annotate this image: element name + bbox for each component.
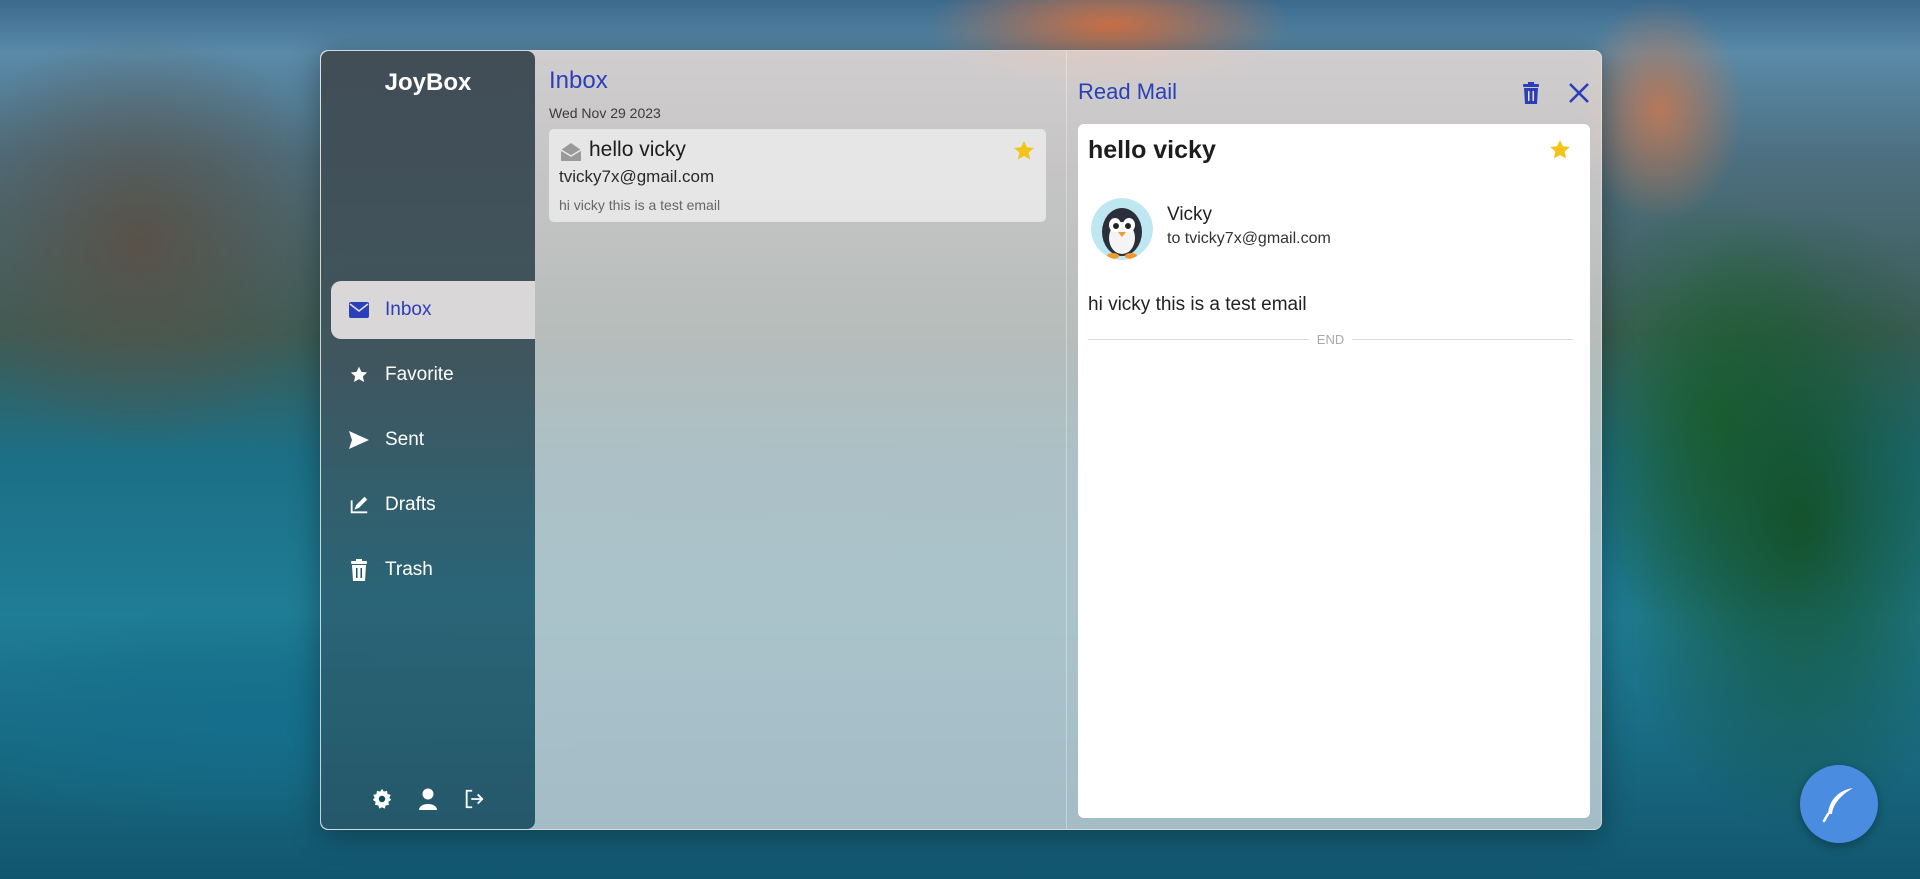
mail-window: JoyBox Inbox Favorite Sent Drafts Trash …: [320, 50, 1602, 830]
sidebar-item-sent[interactable]: Sent: [331, 411, 535, 469]
trash-icon: [347, 558, 371, 582]
email-preview: hi vicky this is a test email: [559, 197, 721, 213]
divider-line: [1088, 339, 1309, 340]
sidebar-item-drafts[interactable]: Drafts: [331, 476, 535, 534]
compose-button[interactable]: [1800, 765, 1878, 843]
envelope-icon: [347, 298, 371, 322]
delete-button[interactable]: [1517, 79, 1545, 107]
list-title: Inbox: [549, 67, 608, 94]
sidebar-item-inbox[interactable]: Inbox: [331, 281, 535, 339]
sidebar-item-label: Inbox: [385, 299, 432, 320]
sidebar-item-label: Sent: [385, 429, 425, 450]
send-icon: [347, 428, 371, 452]
pen-icon: [347, 493, 371, 517]
email-subject: hello vicky: [589, 138, 686, 161]
sidebar-nav: Inbox Favorite Sent Drafts Trash: [331, 281, 535, 606]
sidebar-item-label: Favorite: [385, 364, 454, 385]
email-list-pane: Inbox Wed Nov 29 2023 hello vicky tvicky…: [549, 51, 1049, 829]
sidebar-item-label: Trash: [385, 559, 433, 580]
email-subject-heading: hello vicky: [1088, 136, 1216, 164]
envelope-open-icon: [560, 143, 582, 165]
read-title: Read Mail: [1078, 79, 1178, 104]
sender-name: Vicky: [1167, 204, 1213, 225]
gear-icon[interactable]: [370, 787, 394, 811]
end-divider: END: [1088, 332, 1574, 347]
sidebar-item-favorite[interactable]: Favorite: [331, 346, 535, 404]
sidebar-item-trash[interactable]: Trash: [331, 541, 535, 599]
pane-divider: [1066, 51, 1067, 829]
list-date: Wed Nov 29 2023: [549, 105, 661, 121]
app-brand: JoyBox: [384, 69, 472, 96]
read-pane: Read Mail hello vicky Vicky to tvicky7x@…: [1078, 51, 1593, 829]
star-icon[interactable]: [1548, 138, 1572, 166]
logout-icon[interactable]: [462, 787, 486, 811]
sidebar-footer: [321, 787, 535, 811]
feather-icon: [1822, 788, 1853, 823]
trash-icon: [1523, 82, 1539, 104]
recipient: to tvicky7x@gmail.com: [1167, 230, 1331, 247]
user-icon[interactable]: [416, 787, 440, 811]
read-actions: [1517, 79, 1593, 107]
email-message: hi vicky this is a test email: [1088, 294, 1307, 315]
email-sender: tvicky7x@gmail.com: [559, 167, 715, 186]
email-body: hello vicky Vicky to tvicky7x@gmail.com …: [1078, 124, 1590, 818]
end-label: END: [1316, 332, 1345, 347]
sidebar: JoyBox Inbox Favorite Sent Drafts Trash: [321, 51, 535, 829]
close-icon: [1569, 83, 1589, 103]
avatar: [1091, 198, 1153, 260]
star-icon: [347, 363, 371, 387]
sidebar-item-label: Drafts: [385, 494, 436, 515]
email-list-item[interactable]: hello vicky tvicky7x@gmail.com hi vicky …: [549, 129, 1046, 222]
divider-line: [1352, 339, 1574, 340]
close-button[interactable]: [1565, 79, 1593, 107]
star-icon[interactable]: [1012, 139, 1036, 167]
